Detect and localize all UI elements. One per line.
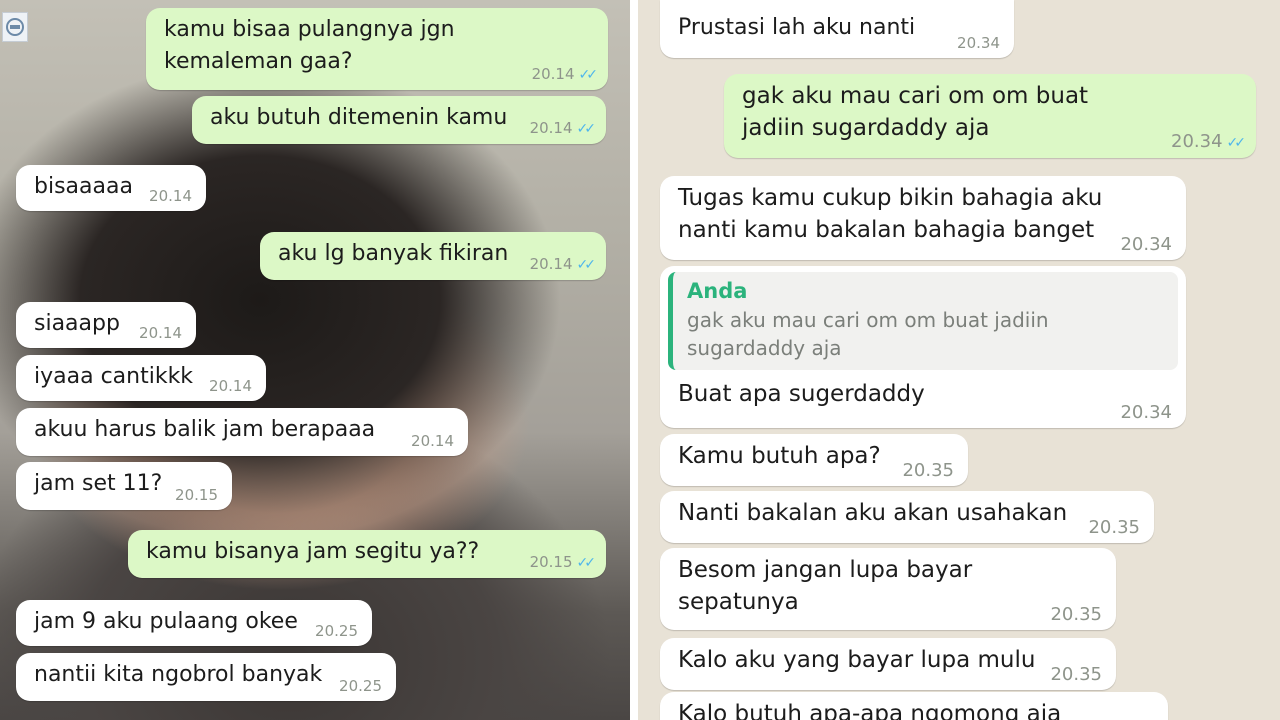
message-time: 20.35	[1050, 604, 1102, 625]
read-receipt-icon: ✓✓	[576, 555, 597, 571]
message-meta: 20.14 ✓✓	[529, 255, 597, 274]
message-text: Kalo butuh apa-apa ngomong aja	[678, 701, 1062, 720]
message-text: gak aku mau cari om om buat jadiin sugar…	[742, 83, 1096, 141]
message-time: 20.14	[209, 377, 252, 395]
message-bubble-outgoing[interactable]: aku butuh ditemenin kamu 20.14 ✓✓	[192, 96, 606, 144]
message-bubble-incoming[interactable]: jam set 11? 20.15	[16, 462, 232, 510]
message-time: 20.34	[1120, 234, 1172, 255]
message-bubble-incoming[interactable]: Prustasi lah aku nanti 20.34	[660, 0, 1014, 58]
message-bubble-incoming[interactable]: akuu harus balik jam berapaaa 20.14	[16, 408, 468, 456]
message-text: Kalo aku yang bayar lupa mulu	[678, 647, 1036, 673]
read-receipt-icon: ✓✓	[1226, 135, 1247, 151]
message-text: kamu bisanya jam segitu ya??	[146, 539, 480, 564]
message-meta: 20.14 ✓✓	[529, 119, 597, 138]
message-time: 20.34	[957, 34, 1000, 52]
message-bubble-incoming[interactable]: Kalo butuh apa-apa ngomong aja	[660, 692, 1168, 720]
read-receipt-icon: ✓✓	[578, 67, 599, 83]
message-bubble-incoming[interactable]: Kalo aku yang bayar lupa mulu 20.35	[660, 638, 1116, 690]
message-text: Besom jangan lupa bayar sepatunya	[678, 557, 980, 615]
message-time: 20.25	[315, 622, 358, 640]
message-bubble-incoming[interactable]: Kamu butuh apa? 20.35	[660, 434, 968, 486]
read-receipt-icon: ✓✓	[576, 257, 597, 273]
quote-author: Anda	[687, 279, 748, 303]
message-text: Tugas kamu cukup bikin bahagia aku nanti…	[678, 185, 1110, 243]
message-time: 20.14	[149, 187, 192, 205]
message-time: 20.35	[1088, 517, 1140, 538]
message-bubble-reply[interactable]: Anda gak aku mau cari om om buat jadiin …	[660, 266, 1186, 428]
message-bubble-incoming[interactable]: bisaaaaa 20.14	[16, 165, 206, 211]
message-time: 20.35	[902, 460, 954, 481]
message-text: nantii kita ngobrol banyak	[34, 662, 323, 687]
message-bubble-incoming[interactable]: Nanti bakalan aku akan usahakan 20.35	[660, 491, 1154, 543]
message-bubble-outgoing[interactable]: kamu bisaa pulangnya jgn kemaleman gaa? …	[146, 8, 608, 90]
quoted-message[interactable]: Anda gak aku mau cari om om buat jadiin …	[668, 272, 1178, 370]
message-text: jam 9 aku pulaang okee	[34, 609, 298, 634]
message-time: 20.15	[529, 553, 573, 571]
message-time: 20.14	[529, 255, 573, 273]
message-time: 20.25	[339, 677, 382, 695]
message-bubble-outgoing[interactable]: gak aku mau cari om om buat jadiin sugar…	[724, 74, 1256, 158]
message-meta: 20.15 ✓✓	[529, 553, 597, 572]
left-chat-screenshot: kamu bisaa pulangnya jgn kemaleman gaa? …	[0, 0, 630, 720]
message-text: Nanti bakalan aku akan usahakan	[678, 500, 1068, 526]
message-bubble-incoming[interactable]: nantii kita ngobrol banyak 20.25	[16, 653, 396, 701]
message-bubble-incoming[interactable]: Tugas kamu cukup bikin bahagia aku nanti…	[660, 176, 1186, 260]
message-time: 20.34	[1171, 131, 1223, 152]
message-text: akuu harus balik jam berapaaa	[34, 417, 376, 442]
message-bubble-outgoing[interactable]: aku lg banyak fikiran 20.14 ✓✓	[260, 232, 606, 280]
message-text: Buat apa sugerdaddy	[678, 381, 925, 407]
message-time: 20.14	[411, 432, 454, 450]
read-receipt-icon: ✓✓	[576, 121, 597, 137]
message-text: Prustasi lah aku nanti	[678, 15, 916, 40]
message-meta: 20.14 ✓✓	[531, 65, 599, 84]
message-bubble-incoming[interactable]: jam 9 aku pulaang okee 20.25	[16, 600, 372, 646]
camera-icon	[2, 12, 28, 42]
message-time: 20.14	[139, 324, 182, 342]
message-bubble-incoming[interactable]: iyaaa cantikkk 20.14	[16, 355, 266, 401]
message-time: 20.14	[529, 119, 573, 137]
message-time: 20.35	[1050, 664, 1102, 685]
message-bubble-outgoing[interactable]: kamu bisanya jam segitu ya?? 20.15 ✓✓	[128, 530, 606, 578]
message-time: 20.34	[1120, 402, 1172, 423]
message-text: kamu bisaa pulangnya jgn kemaleman gaa?	[164, 17, 462, 74]
message-time: 20.15	[175, 486, 218, 504]
message-bubble-incoming[interactable]: siaaapp 20.14	[16, 302, 196, 348]
right-chat-screenshot: Prustasi lah aku nanti 20.34 gak aku mau…	[638, 0, 1280, 720]
message-time: 20.14	[531, 65, 575, 83]
quote-text: gak aku mau cari om om buat jadiin sugar…	[687, 308, 1049, 360]
message-meta: 20.34 ✓✓	[1171, 131, 1247, 152]
message-bubble-incoming[interactable]: Besom jangan lupa bayar sepatunya 20.35	[660, 548, 1116, 630]
